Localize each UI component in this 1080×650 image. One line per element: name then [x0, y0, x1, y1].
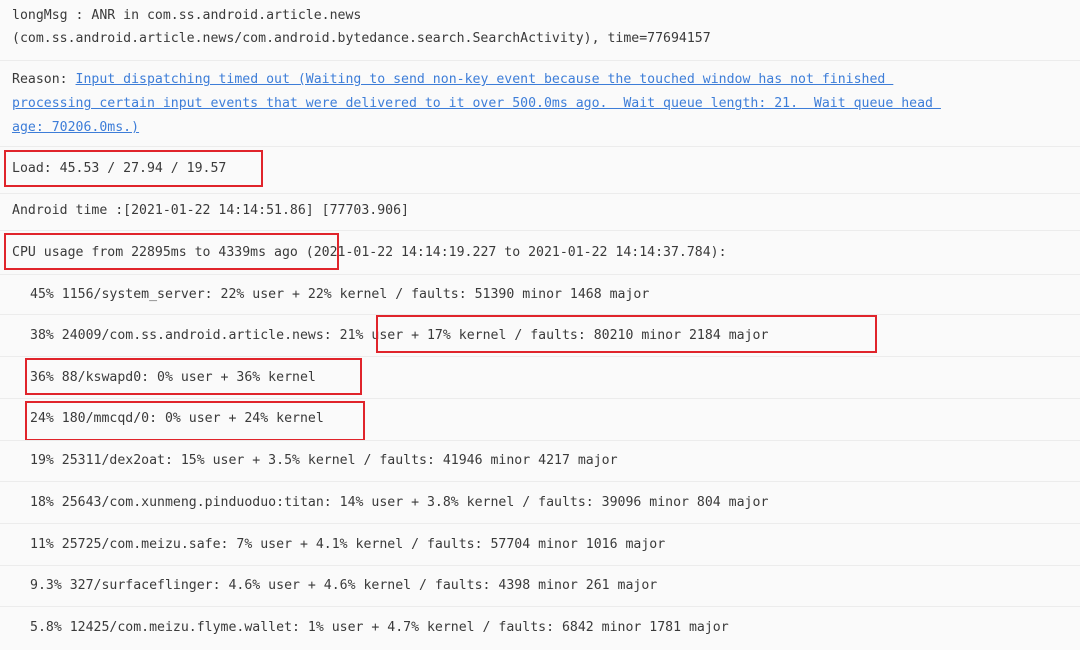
reason-line-1: Reason: Input dispatching timed out (Wai…: [12, 69, 893, 91]
divider: [0, 60, 1080, 61]
divider: [0, 606, 1080, 607]
process-row: 18% 25643/com.xunmeng.pinduoduo:titan: 1…: [30, 495, 769, 510]
divider: [0, 193, 1080, 194]
process-detail-highlight-box: [376, 315, 877, 353]
divider: [0, 230, 1080, 231]
process-row: 45% 1156/system_server: 22% user + 22% k…: [30, 287, 650, 302]
anr-header-line-2: (com.ss.android.article.news/com.android…: [12, 31, 711, 46]
load-highlight-box: [4, 150, 263, 187]
reason-label: Reason:: [12, 72, 76, 87]
cpu-usage-suffix: (2021-01-22 14:14:19.227 to 2021-01-22 1…: [297, 245, 727, 260]
cpu-usage-highlight-box: [4, 233, 339, 270]
reason-link-3[interactable]: age: 70206.0ms.): [12, 117, 139, 139]
process-prefix: 38% 24009/com.ss.android.article.news:: [30, 328, 340, 343]
divider: [0, 481, 1080, 482]
android-time-line: Android time :[2021-01-22 14:14:51.86] […: [12, 203, 409, 218]
process-row: 9.3% 327/surfaceflinger: 4.6% user + 4.6…: [30, 578, 658, 593]
divider: [0, 565, 1080, 566]
divider: [0, 356, 1080, 357]
process-row: 11% 25725/com.meizu.safe: 7% user + 4.1%…: [30, 537, 666, 552]
reason-link-2[interactable]: processing certain input events that wer…: [12, 93, 941, 115]
divider: [0, 274, 1080, 275]
process-row: 5.8% 12425/com.meizu.flyme.wallet: 1% us…: [30, 620, 729, 635]
mmcqd-highlight-box: [25, 401, 365, 441]
anr-header-line-1: longMsg : ANR in com.ss.android.article.…: [12, 8, 362, 23]
divider: [0, 146, 1080, 147]
divider: [0, 398, 1080, 399]
divider: [0, 523, 1080, 524]
reason-link-1[interactable]: Input dispatching timed out (Waiting to …: [76, 72, 894, 87]
divider: [0, 440, 1080, 441]
process-row: 19% 25311/dex2oat: 15% user + 3.5% kerne…: [30, 453, 618, 468]
kswapd-highlight-box: [25, 358, 362, 395]
